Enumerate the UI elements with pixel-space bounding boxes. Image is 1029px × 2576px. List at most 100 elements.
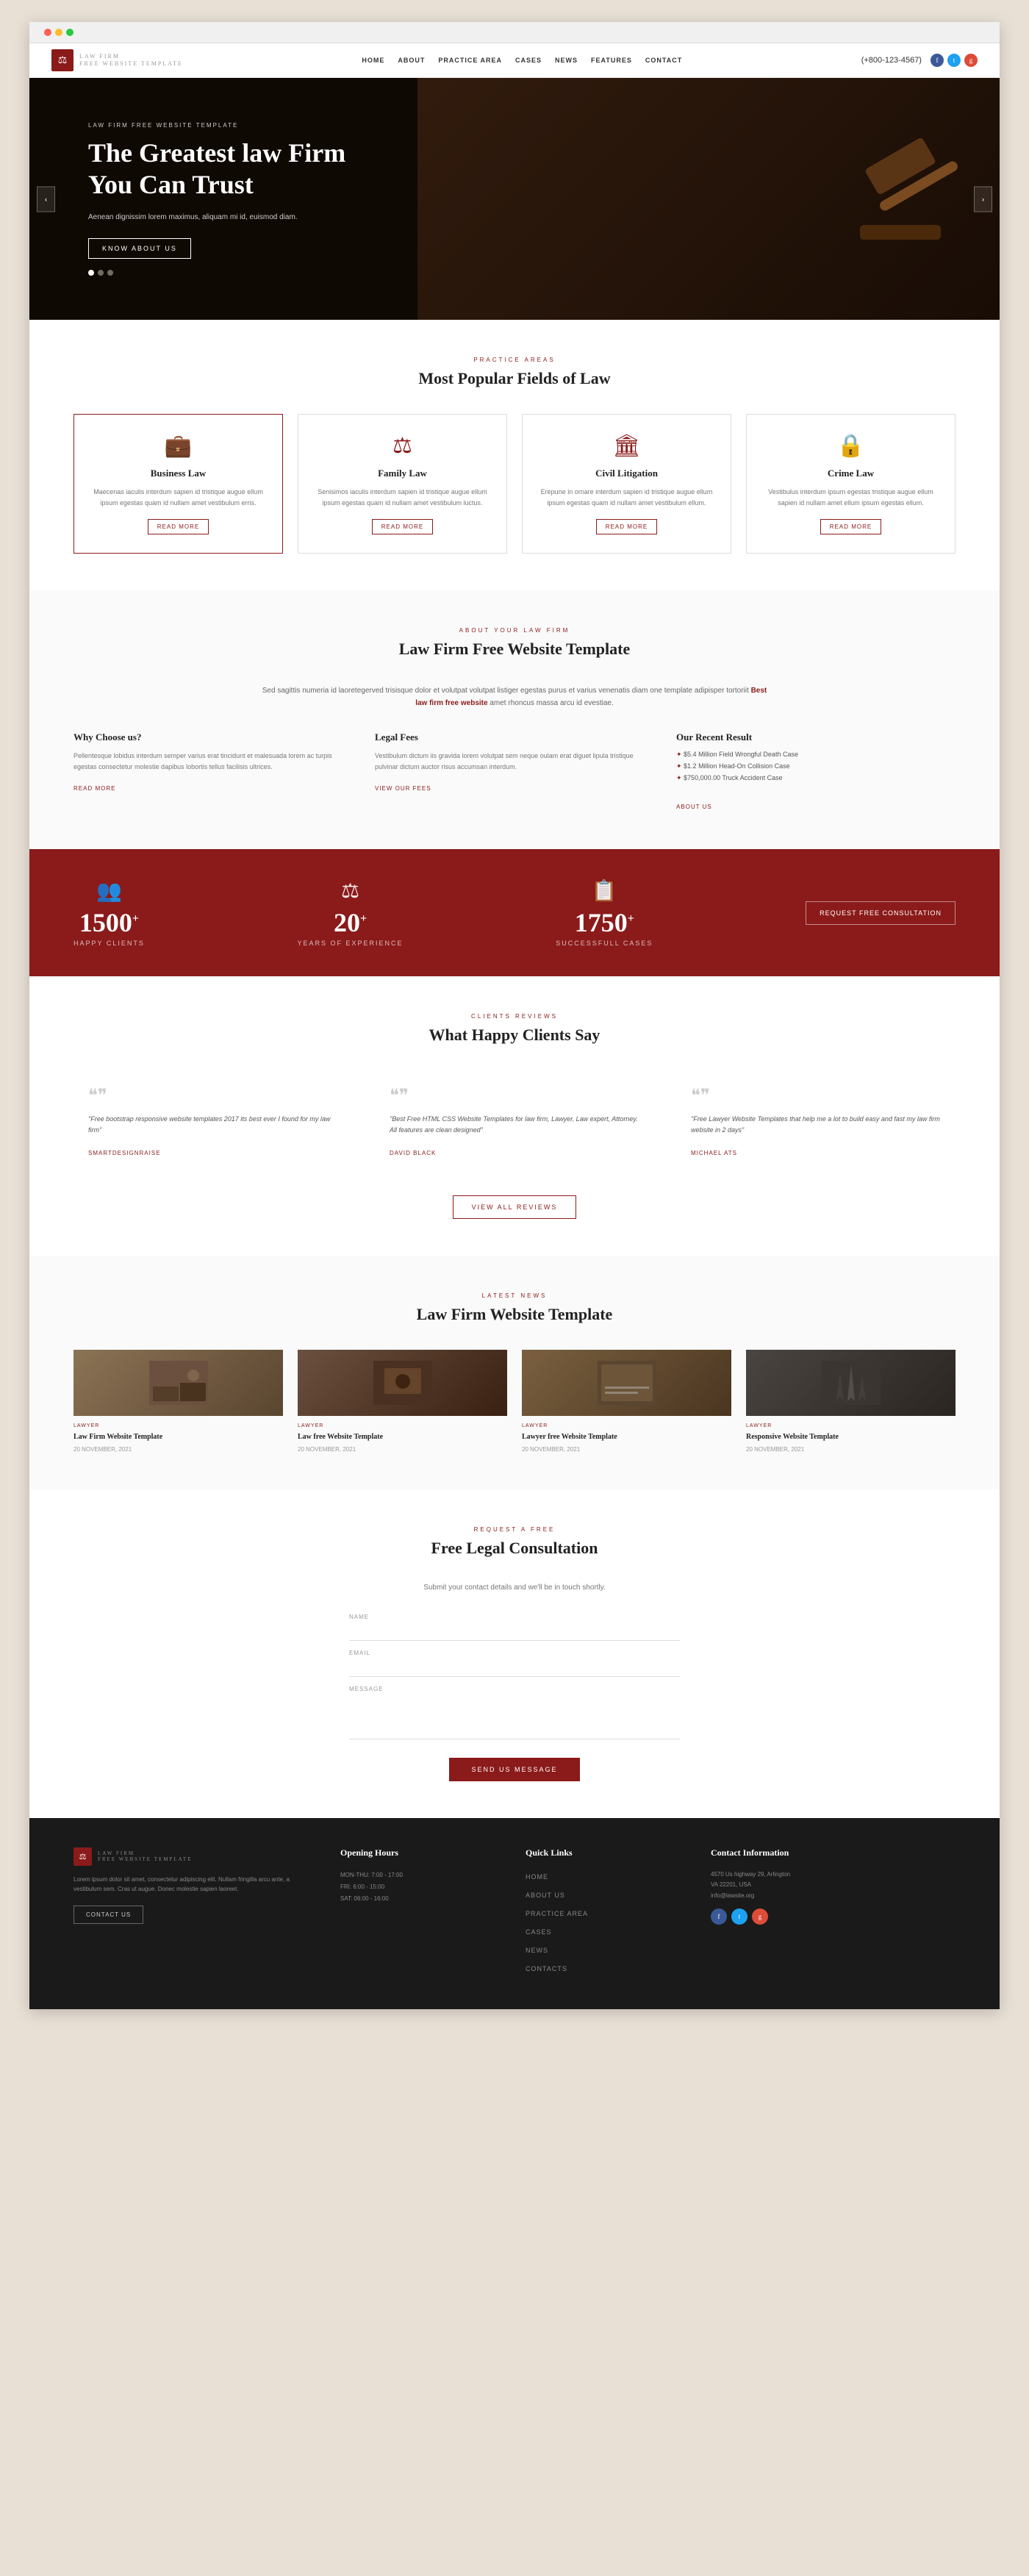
footer-contact: Contact Information 4570 Us highway 29, … [711,1847,956,1980]
news-category-3: LAWYER [522,1423,731,1428]
cases-number: 1750+ [556,909,653,936]
hero-dot-2[interactable] [98,270,104,276]
name-field: NAME [349,1614,680,1641]
news-image-3 [522,1350,731,1416]
stats-section: 👥 1500+ HAPPY CLIENTS ⚖ 20+ YEARS OF EXP… [29,849,1000,976]
news-date-2: 20 NOVEMBER, 2021 [298,1446,507,1453]
footer-about: ⚖ LAW FIRM FREE WEBSITE TEMPLATE Lorem i… [74,1847,318,1980]
dot-red [44,29,51,36]
header-right: (+800-123-4567) f t g [861,54,978,67]
footer-link-home[interactable]: HOME [526,1873,548,1881]
news-category-1: LAWYER [74,1423,283,1428]
business-law-readmore[interactable]: READ MORE [148,519,209,534]
news-image-1 [74,1350,283,1416]
news-title-4[interactable]: Responsive Website Template [746,1432,956,1442]
stat-cases: 📋 1750+ SUCCESSFULL CASES [556,879,653,947]
facebook-icon[interactable]: f [931,54,944,67]
crime-law-readmore[interactable]: READ MORE [820,519,881,534]
news-category-2: LAWYER [298,1423,507,1428]
footer-link-cases[interactable]: CASES [526,1928,552,1936]
civil-law-name: Civil Litigation [537,468,716,479]
nav-features[interactable]: FEATURES [591,57,632,64]
family-law-desc: Senisimos iaculis interdum sapien id tri… [313,487,492,508]
footer-link-about[interactable]: ABOUT US [526,1892,565,1899]
testimonials-label: CLIENTS REVIEWS [74,1013,956,1020]
about-title: Law Firm Free Website Template [74,640,956,659]
footer-link-contacts[interactable]: CONTACTS [526,1965,567,1972]
dot-green [66,29,74,36]
message-label: MESSAGE [349,1686,680,1692]
footer-link-news[interactable]: NEWS [526,1947,548,1954]
consult-subtitle: Submit your contact details and we'll be… [74,1584,956,1592]
hero-arrow-left[interactable]: ‹ [37,186,55,212]
nav-news[interactable]: NEWS [555,57,578,64]
message-input[interactable] [349,1695,680,1739]
results-heading: Our Recent Result [676,731,956,743]
nav-practice[interactable]: PRACTICE AREA [438,57,502,64]
footer-logo-icon: ⚖ [74,1847,92,1866]
view-all-reviews-button[interactable]: VIEW ALL REVIEWS [453,1195,577,1219]
footer: ⚖ LAW FIRM FREE WEBSITE TEMPLATE Lorem i… [29,1818,1000,2009]
experience-number: 20+ [298,909,404,936]
quote-mark-2: ❝❞ [390,1085,639,1106]
hero-cta-button[interactable]: KNOW ABOUT US [88,238,191,259]
civil-law-readmore[interactable]: READ MORE [596,519,657,534]
clients-icon: 👥 [74,879,145,904]
logo-icon: ⚖ [51,49,74,71]
hero-arrow-right[interactable]: › [974,186,992,212]
quote-mark-3: ❝❞ [691,1085,941,1106]
legal-fees-link[interactable]: VIEW OUR FEES [375,785,431,792]
practice-title: Most Popular Fields of Law [74,369,956,388]
clients-number: 1500+ [74,909,145,936]
consult-title: Free Legal Consultation [74,1539,956,1558]
testimonial-text-1: "Free bootstrap responsive website templ… [88,1114,338,1137]
footer-social: f t g [711,1908,956,1925]
nav-cases[interactable]: CASES [515,57,542,64]
practice-card-family: ⚖ Family Law Senisimos iaculis interdum … [298,414,507,554]
nav-about[interactable]: ABOUT [398,57,425,64]
civil-law-icon: 🏛 [537,433,716,459]
news-card-4: LAWYER Responsive Website Template 20 NO… [746,1350,956,1453]
nav-contact[interactable]: CONTACT [645,57,682,64]
footer-facebook-icon[interactable]: f [711,1908,727,1925]
why-choose-link[interactable]: READ MORE [74,785,115,792]
news-grid: LAWYER Law Firm Website Template 20 NOVE… [74,1350,956,1453]
business-law-name: Business Law [89,468,268,479]
hero-dot-3[interactable] [107,270,113,276]
hours-3: SAT: 06:00 - 16:00 [340,1893,503,1905]
googleplus-icon[interactable]: g [964,54,978,67]
testimonial-text-2: "Best Free HTML CSS Website Templates fo… [390,1114,639,1137]
footer-link-practice[interactable]: PRACTICE AREA [526,1910,588,1917]
email-field: EMAIL [349,1650,680,1677]
twitter-icon[interactable]: t [947,54,961,67]
hero-subtitle: Aenean dignissim lorem maximus, aliquam … [88,212,345,223]
send-message-button[interactable]: SEND US MESSAGE [449,1758,579,1781]
news-title-3[interactable]: Lawyer free Website Template [522,1432,731,1442]
results-link[interactable]: ABOUT US [676,804,712,810]
quick-links-list: HOME ABOUT US PRACTICE AREA CASES NEWS C… [526,1870,689,1975]
testimonial-author-1: SMARTDESIGNRAISE [88,1150,161,1156]
experience-icon: ⚖ [298,879,404,904]
testimonial-text-3: "Free Lawyer Website Templates that help… [691,1114,941,1137]
email-input[interactable] [349,1659,680,1677]
name-input[interactable] [349,1623,680,1641]
news-title-2[interactable]: Law free Website Template [298,1432,507,1442]
news-image-4 [746,1350,956,1416]
legal-fees-text: Vestibulum dictum iis gravida lorem volu… [375,751,654,772]
testimonials-section: CLIENTS REVIEWS What Happy Clients Say ❝… [29,976,1000,1256]
hero-dot-1[interactable] [88,270,94,276]
about-col-fees: Legal Fees Vestibulum dictum iis gravida… [375,731,654,812]
quote-mark-1: ❝❞ [88,1085,338,1106]
nav-home[interactable]: HOME [362,57,384,64]
footer-description: Lorem ipsum dolor sit amet, consectetur … [74,1875,318,1895]
news-title-1[interactable]: Law Firm Website Template [74,1432,283,1442]
testimonials-title: What Happy Clients Say [74,1026,956,1045]
practice-card-civil: 🏛 Civil Litigation Erepune in ornare int… [522,414,731,554]
footer-googleplus-icon[interactable]: g [752,1908,768,1925]
family-law-readmore[interactable]: READ MORE [372,519,433,534]
footer-contact-button[interactable]: CONTACT US [74,1906,143,1924]
consultation-button[interactable]: REQUEST FREE CONSULTATION [806,901,956,925]
footer-twitter-icon[interactable]: t [731,1908,747,1925]
hero-label: LAW FIRM FREE WEBSITE TEMPLATE [88,122,345,129]
crime-law-desc: Vestibulus interdum ipsum egestas tristi… [761,487,940,508]
